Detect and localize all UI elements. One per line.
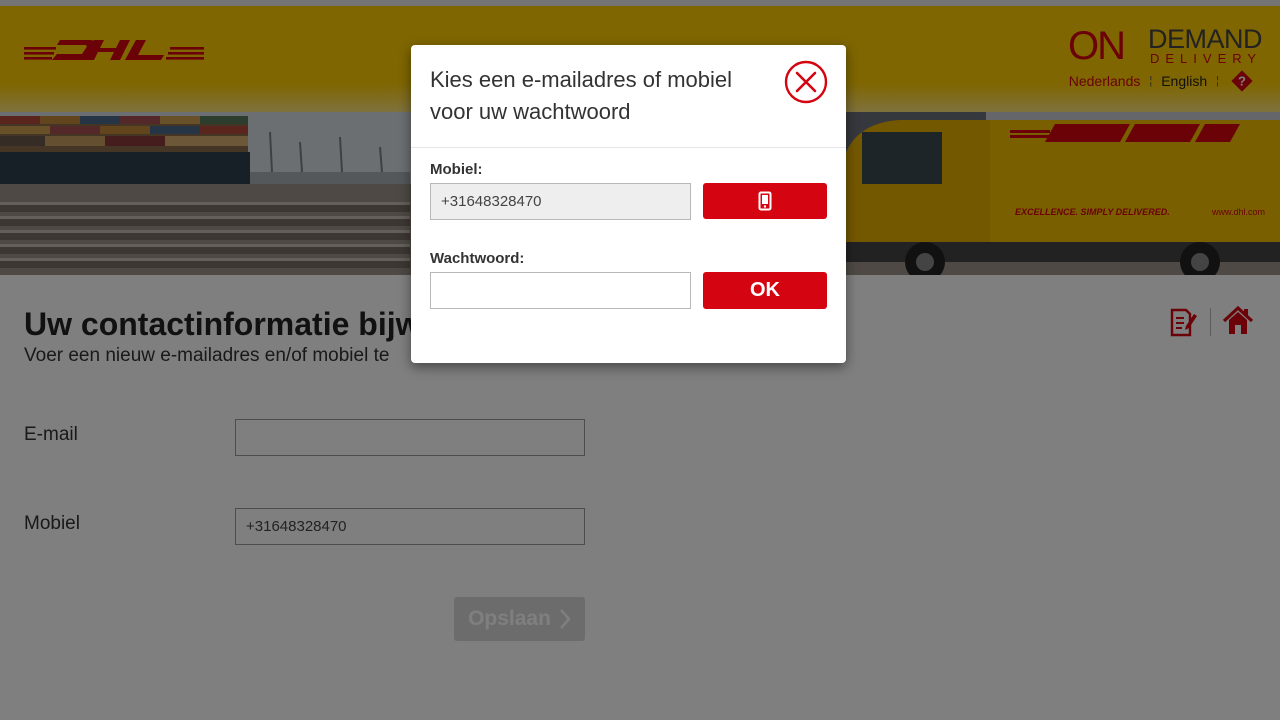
mobile-phone-icon: [758, 191, 772, 211]
send-to-mobile-button[interactable]: [703, 183, 827, 219]
dialog-title: Kies een e-mailadres of mobiel voor uw w…: [430, 67, 733, 124]
dialog-mobile-label: Mobiel:: [430, 161, 483, 178]
ok-button-label: OK: [750, 279, 780, 301]
password-dialog: Kies een e-mailadres of mobiel voor uw w…: [411, 45, 846, 363]
dialog-password-label: Wachtwoord:: [430, 250, 525, 267]
dialog-mobile-field[interactable]: +31648328470: [430, 183, 691, 220]
ok-button[interactable]: OK: [703, 272, 827, 309]
dialog-divider: [411, 147, 846, 148]
dialog-password-field[interactable]: [430, 272, 691, 309]
close-icon[interactable]: [784, 60, 828, 104]
